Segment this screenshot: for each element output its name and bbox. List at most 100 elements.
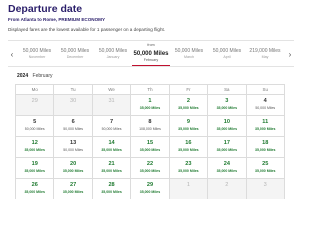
month-tab-december[interactable]: 50,000 Miles December [56, 41, 94, 66]
calendar-day-cell: 29 [16, 95, 55, 115]
month-tab-november[interactable]: 50,000 Miles November [18, 41, 56, 66]
calendar-grid: Mo Tu We Th Fr Sa Su 29 30 31 1 35,000 Miles 2 35,00… [15, 84, 285, 199]
calendar-day-cell[interactable]: 23 35,000 Miles [170, 158, 209, 178]
day-number: 2 [186, 98, 190, 104]
day-fare: 35,000 Miles [216, 169, 238, 173]
day-fare: 50,000 Miles [101, 127, 122, 131]
route-subtitle: From Atlanta to Rome, PREMIUM ECONOMY [8, 17, 106, 22]
day-number: 11 [262, 119, 269, 125]
calendar-day-cell[interactable]: 14 35,000 Miles [93, 137, 132, 157]
day-number: 9 [186, 119, 190, 125]
day-number: 5 [33, 119, 37, 125]
month-price: 219,000 Miles [249, 48, 281, 54]
month-price: 50,000 Miles [174, 48, 204, 54]
month-list: 50,000 Miles November 50,000 Miles December… [18, 41, 284, 66]
calendar-day-cell[interactable]: 21 35,000 Miles [93, 158, 132, 178]
calendar-day-cell: 30 [54, 95, 93, 115]
calendar-day-cell[interactable]: 18 35,000 Miles [247, 137, 285, 157]
calendar-day-cell[interactable]: 29 35,000 Miles [131, 179, 170, 199]
calendar-day-cell[interactable]: 13 50,000 Miles [54, 137, 93, 157]
calendar-day-cell[interactable]: 9 35,000 Miles [170, 116, 209, 136]
calendar-day-cell[interactable]: 3 35,000 Miles [208, 95, 247, 115]
weekday-label: Sa [208, 85, 247, 94]
day-number: 2 [225, 182, 229, 188]
day-number: 7 [109, 119, 114, 125]
day-number: 31 [108, 98, 115, 104]
day-number: 6 [71, 119, 75, 125]
day-fare: 35,000 Miles [216, 148, 238, 152]
calendar-day-cell[interactable]: 16 35,000 Miles [170, 137, 209, 157]
day-number: 8 [148, 119, 152, 125]
calendar-day-cell[interactable]: 6 50,000 Miles [54, 116, 93, 136]
calendar-day-cell[interactable]: 25 35,000 Miles [247, 158, 285, 178]
day-fare: 35,000 Miles [62, 190, 84, 194]
day-fare: 35,000 Miles [139, 148, 161, 152]
day-fare: 50,000 Miles [255, 106, 276, 110]
chevron-right-icon[interactable]: › [286, 41, 294, 68]
weekday-label: We [93, 85, 132, 94]
month-tab-april[interactable]: 50,000 Miles April [208, 41, 246, 66]
month-name: March [184, 55, 194, 59]
calendar-day-cell[interactable]: 26 35,000 Miles [16, 179, 55, 199]
day-number: 20 [70, 161, 77, 167]
calendar-day-cell[interactable]: 4 50,000 Miles [247, 95, 285, 115]
day-number: 10 [223, 119, 230, 125]
calendar-day-cell[interactable]: 12 35,000 Miles [16, 137, 55, 157]
calendar-day-cell[interactable]: 11 35,000 Miles [247, 116, 285, 136]
calendar-day-cell[interactable]: 7 50,000 Miles [93, 116, 132, 136]
day-fare: 35,000 Miles [62, 169, 84, 173]
calendar-day-cell[interactable]: 15 35,000 Miles [131, 137, 170, 157]
day-number: 24 [223, 161, 230, 167]
calendar-day-cell[interactable]: 28 35,000 Miles [93, 179, 132, 199]
day-number: 21 [108, 161, 115, 167]
day-fare: 35,000 Miles [178, 148, 199, 152]
day-fare: 35,000 Miles [255, 169, 276, 173]
calendar-day-cell: 3 [246, 179, 285, 199]
calendar-day-cell[interactable]: 19 35,000 Miles [16, 158, 55, 178]
month-selector: ‹ 50,000 Miles November 50,000 Miles Decemb… [8, 40, 294, 67]
day-number: 22 [146, 161, 154, 167]
calendar-day-cell[interactable]: 17 35,000 Miles [208, 137, 247, 157]
day-fare: 50,000 Miles [24, 127, 45, 131]
calendar-day-cell[interactable]: 24 35,000 Miles [208, 158, 247, 178]
calendar-day-cell[interactable]: 10 35,000 Miles [208, 116, 247, 136]
day-fare: 35,000 Miles [101, 190, 122, 194]
weekday-label: Th [131, 85, 170, 94]
calendar-day-cell[interactable]: 27 35,000 Miles [54, 179, 93, 199]
calendar-day-cell: 31 [92, 95, 132, 115]
calendar-day-cell[interactable]: 20 35,000 Miles [54, 158, 93, 178]
month-tab-january[interactable]: 50,000 Miles January [94, 41, 132, 66]
calendar-day-cell[interactable]: 22 35,000 Miles [131, 158, 170, 178]
month-name: May [261, 55, 269, 59]
calendar-day-cell[interactable]: 5 50,000 Miles [16, 116, 55, 136]
calendar-day-cell: 2 [208, 179, 247, 199]
calendar-day-cell: 1 [169, 179, 209, 199]
calendar-month: February [32, 73, 53, 79]
calendar-week-row: 29 30 31 1 35,000 Miles 2 35,000 Miles 3 35,000 … [15, 94, 285, 115]
calendar-day-cell[interactable]: 8 108,000 Miles [131, 116, 170, 136]
day-number: 17 [223, 140, 230, 146]
calendar-day-cell[interactable]: 1 35,000 Miles [131, 95, 170, 115]
month-tab-march[interactable]: 50,000 Miles March [170, 41, 208, 66]
day-fare: 35,000 Miles [24, 169, 45, 173]
day-number: 3 [225, 98, 229, 104]
month-name: November [28, 55, 46, 59]
chevron-left-icon[interactable]: ‹ [8, 41, 16, 68]
month-price: 50,000 Miles [133, 51, 169, 57]
day-fare: 35,000 Miles [178, 127, 199, 131]
day-fare: 35,000 Miles [139, 190, 161, 194]
month-tab-may[interactable]: 219,000 Miles May [246, 41, 284, 66]
calendar-year: 2024 [17, 73, 29, 79]
calendar-week-row: 26 35,000 Miles 27 35,000 Miles 28 35,000 Mil… [15, 178, 285, 199]
from-label: from [147, 43, 155, 47]
day-fare: 35,000 Miles [139, 169, 161, 173]
day-fare: 35,000 Miles [178, 169, 199, 173]
month-name: February [143, 58, 159, 62]
day-number: 26 [31, 182, 38, 188]
weekday-label: Su [247, 85, 285, 94]
month-tab-february[interactable]: from 50,000 Miles February [132, 41, 170, 66]
day-number: 29 [31, 98, 38, 104]
calendar-day-cell[interactable]: 2 35,000 Miles [170, 95, 209, 115]
day-fare: 108,000 Miles [139, 127, 161, 131]
fare-disclaimer: Displayed fares are the lowest available… [8, 27, 166, 32]
